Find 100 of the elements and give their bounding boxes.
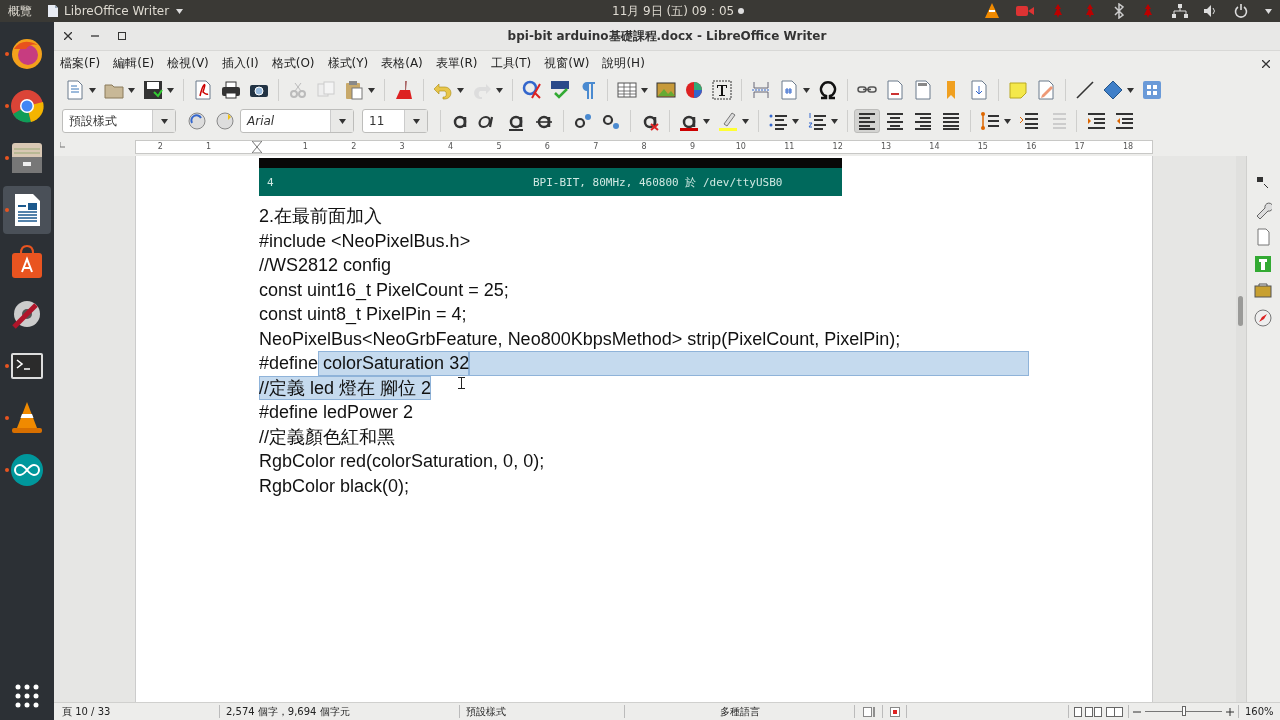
bluetooth-icon[interactable] bbox=[1114, 3, 1124, 19]
caret-icon[interactable] bbox=[803, 87, 810, 93]
superscript-icon[interactable] bbox=[573, 111, 593, 131]
save-icon[interactable] bbox=[143, 80, 163, 100]
paintbrush-icon[interactable] bbox=[394, 80, 414, 100]
caret-icon[interactable] bbox=[413, 118, 420, 124]
insert-mode-icon[interactable] bbox=[862, 706, 875, 717]
pdf-icon[interactable] bbox=[193, 80, 213, 100]
menu-item[interactable]: 說明(H) bbox=[602, 55, 645, 72]
clock-text[interactable]: 11月 9日 (五) 09：05 bbox=[612, 2, 735, 20]
browser-icon[interactable] bbox=[10, 89, 44, 123]
frame-grid-icon[interactable] bbox=[1142, 80, 1162, 100]
diamond-shape-icon[interactable] bbox=[1103, 80, 1123, 100]
caret-icon[interactable] bbox=[742, 118, 749, 124]
scrollbar-thumb[interactable] bbox=[1238, 296, 1243, 326]
zoom-percentage: 160% bbox=[1245, 706, 1274, 717]
menu-item[interactable]: 表格(A) bbox=[381, 55, 423, 72]
printer-icon[interactable] bbox=[221, 80, 241, 100]
caret-icon[interactable] bbox=[792, 118, 799, 124]
power-icon[interactable] bbox=[1234, 4, 1248, 18]
font-name-dropdown[interactable]: Arial bbox=[240, 109, 354, 133]
caret-icon[interactable] bbox=[641, 87, 648, 93]
table-icon[interactable] bbox=[617, 80, 637, 100]
volume-icon[interactable] bbox=[1204, 5, 1218, 17]
traffic-cone-icon[interactable] bbox=[10, 401, 44, 435]
find-replace-icon[interactable] bbox=[522, 80, 542, 100]
increase-spacing-icon[interactable] bbox=[1019, 111, 1039, 131]
app-grid-icon[interactable] bbox=[15, 684, 39, 708]
zoom-slider-thumb[interactable] bbox=[1181, 706, 1186, 716]
spellcheck-icon[interactable] bbox=[550, 80, 570, 100]
text-line: const uint16_t PixelCount = 25; bbox=[259, 278, 509, 302]
caret-icon[interactable] bbox=[339, 118, 346, 124]
footnote-icon[interactable] bbox=[885, 80, 905, 100]
pie-chart-icon[interactable] bbox=[684, 80, 704, 100]
line-spacing-icon[interactable] bbox=[980, 111, 1000, 131]
infinity-icon[interactable] bbox=[10, 453, 44, 487]
justify-icon[interactable] bbox=[941, 111, 961, 131]
ruler[interactable]: 2 1 1 2 3 4 5 6 7 8 9 10 11 12 13 14 15 16 17 18 bbox=[135, 140, 1153, 154]
menu-item[interactable]: 編輯(E) bbox=[113, 55, 155, 72]
shopping-bag-icon[interactable] bbox=[10, 245, 44, 279]
new-style-icon[interactable] bbox=[215, 111, 235, 131]
caret-icon[interactable] bbox=[1004, 118, 1011, 124]
omega-icon[interactable] bbox=[818, 80, 838, 100]
menu-item[interactable]: 視窗(W) bbox=[544, 55, 590, 72]
single-page-view-icon[interactable] bbox=[1073, 706, 1082, 717]
signature-icon[interactable] bbox=[889, 706, 900, 717]
font-size-dropdown[interactable]: 11 bbox=[362, 109, 428, 133]
cabinet-icon[interactable] bbox=[10, 141, 44, 175]
close-document-icon[interactable] bbox=[1262, 59, 1270, 68]
wrench-icon[interactable] bbox=[1254, 201, 1273, 219]
paragraph-style-dropdown[interactable]: 預設樣式 bbox=[62, 109, 176, 133]
compass-icon[interactable] bbox=[1254, 309, 1273, 327]
caret-icon[interactable] bbox=[1127, 87, 1134, 93]
menu-item[interactable]: 樣式(Y) bbox=[327, 55, 369, 72]
align-right-icon[interactable] bbox=[913, 111, 933, 131]
multi-page-view-icon[interactable] bbox=[1084, 706, 1103, 717]
decrease-indent-icon[interactable] bbox=[1114, 111, 1134, 131]
book-view-icon[interactable] bbox=[1105, 706, 1124, 717]
update-style-icon[interactable] bbox=[187, 111, 207, 131]
line-tool-icon[interactable] bbox=[1075, 80, 1095, 100]
image-icon[interactable] bbox=[656, 80, 676, 100]
caret-icon[interactable] bbox=[496, 87, 503, 93]
menu-item[interactable]: 工具(T) bbox=[490, 55, 532, 72]
caret-icon[interactable] bbox=[368, 87, 375, 93]
caret-icon[interactable] bbox=[1265, 8, 1272, 14]
minimize-icon[interactable] bbox=[91, 32, 99, 40]
clipboard-icon[interactable] bbox=[344, 80, 364, 100]
increase-indent-icon[interactable] bbox=[1086, 111, 1106, 131]
caret-icon[interactable] bbox=[703, 118, 710, 124]
menu-item[interactable]: 插入(I) bbox=[221, 55, 259, 72]
numbered-list-icon[interactable] bbox=[807, 111, 827, 131]
network-icon[interactable] bbox=[1172, 4, 1188, 18]
caret-icon[interactable] bbox=[457, 87, 464, 93]
header-footer-icon[interactable] bbox=[913, 80, 933, 100]
align-center-icon[interactable] bbox=[885, 111, 905, 131]
menu-item[interactable]: 表單(R) bbox=[435, 55, 478, 72]
caret-icon[interactable] bbox=[831, 118, 838, 124]
maximize-icon[interactable] bbox=[118, 32, 126, 40]
caret-icon[interactable] bbox=[89, 87, 96, 93]
activities-button[interactable]: 概覽 bbox=[0, 2, 42, 20]
caret-icon[interactable] bbox=[161, 118, 168, 124]
camera-icon[interactable] bbox=[1016, 5, 1034, 17]
field-icon[interactable] bbox=[779, 80, 799, 100]
zoom-in-icon[interactable] bbox=[1226, 707, 1234, 716]
app-menu[interactable]: LibreOffice Writer bbox=[48, 4, 184, 18]
gallery-icon[interactable] bbox=[1254, 282, 1273, 300]
menu-item[interactable]: 檢視(V) bbox=[167, 55, 209, 72]
caret-icon[interactable] bbox=[128, 87, 135, 93]
menu-item[interactable]: 檔案(F) bbox=[60, 55, 101, 72]
caret-icon[interactable] bbox=[176, 8, 184, 14]
align-left-icon[interactable] bbox=[857, 111, 877, 131]
caret-icon[interactable] bbox=[167, 87, 174, 93]
menu-item[interactable]: 格式(O) bbox=[271, 55, 315, 72]
close-icon[interactable] bbox=[64, 32, 72, 40]
text-box-icon[interactable] bbox=[712, 80, 732, 100]
indent-marker-icon[interactable] bbox=[251, 141, 262, 153]
cross-reference-icon[interactable] bbox=[969, 80, 989, 100]
traffic-cone-icon[interactable] bbox=[984, 3, 1000, 19]
styles-icon[interactable] bbox=[1254, 255, 1273, 273]
fox-globe-icon[interactable] bbox=[10, 37, 44, 71]
